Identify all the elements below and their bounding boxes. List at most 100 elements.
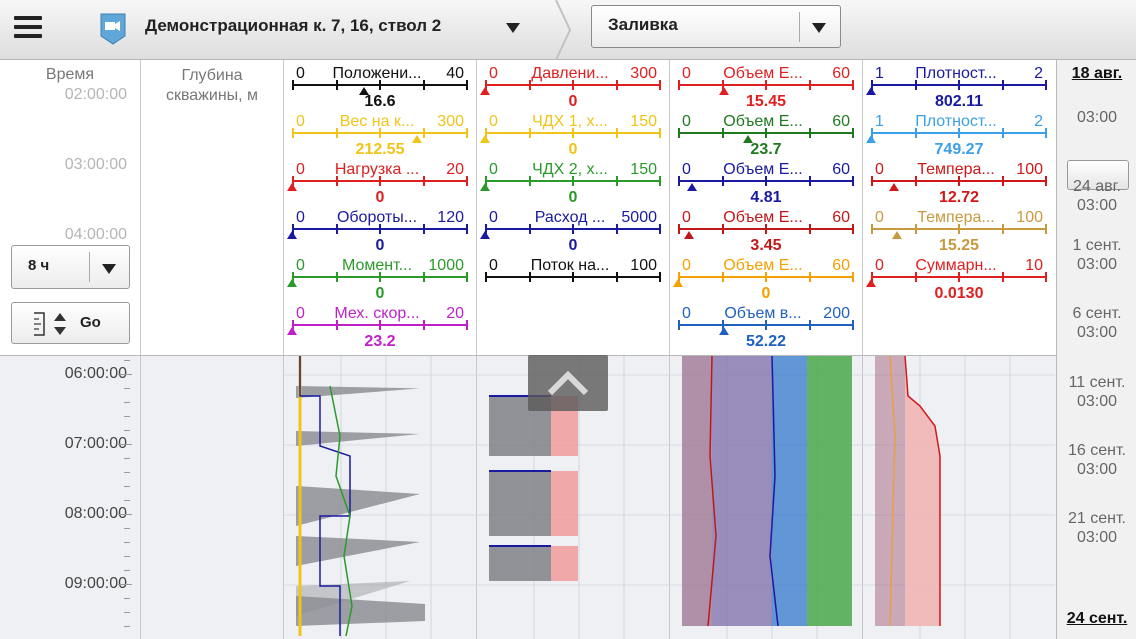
go-button-label: Go — [80, 314, 101, 331]
curve-name: Плотност... — [915, 113, 997, 130]
curve-header[interactable]: 0 Объем Е... 60 23.7 — [670, 108, 862, 158]
curve-header[interactable]: 0 Давлени... 300 0 — [477, 60, 669, 110]
curve-min: 1 — [875, 65, 884, 82]
curve-min: 0 — [682, 305, 691, 322]
curve-header[interactable]: 0 Темпера... 100 12.72 — [863, 156, 1055, 206]
curve-min: 0 — [296, 161, 305, 178]
curve-min: 0 — [682, 65, 691, 82]
go-button[interactable]: Go — [11, 302, 130, 344]
curve-header[interactable]: 0 Поток на... 100 — [477, 252, 669, 300]
well-dropdown-icon[interactable] — [506, 23, 520, 33]
curve-header[interactable]: 0 ЧДХ 1, х... 150 0 — [477, 108, 669, 158]
curve-min: 0 — [682, 113, 691, 130]
date-label-time: 03:00 — [1076, 197, 1118, 214]
curve-name: Вес на к... — [339, 113, 415, 130]
curve-max: 150 — [630, 113, 657, 130]
curve-min: 0 — [875, 161, 884, 178]
curve-max: 150 — [630, 161, 657, 178]
curve-header[interactable]: 0 Обороты... 120 0 — [284, 204, 476, 254]
curve-header[interactable]: 0 Объем Е... 60 0 — [670, 252, 862, 302]
date-label-time: 03:00 — [1076, 529, 1118, 546]
date-label-day: 6 сент. — [1072, 305, 1122, 322]
curve-header[interactable]: 0 Мех. скор... 20 23.2 — [284, 300, 476, 350]
curve-header[interactable]: 0 ЧДХ 2, х... 150 0 — [477, 156, 669, 206]
chevron-up-icon — [547, 370, 589, 396]
curve-max: 120 — [437, 209, 464, 226]
curve-header[interactable]: 0 Вес на к... 300 212.55 — [284, 108, 476, 158]
curve-name: Объем Е... — [723, 161, 803, 178]
date-label-day: 16 сент. — [1068, 442, 1126, 459]
time-label: 03:00:00 — [64, 156, 127, 173]
track-header-3[interactable]: 0 Объем Е... 60 15.45 0 Объем Е... 60 23.7 0 Объе… — [670, 60, 862, 355]
curve-min: 0 — [682, 257, 691, 274]
curve-header[interactable]: 0 Объем Е... 60 15.45 — [670, 60, 862, 110]
curve-axis — [871, 224, 1047, 234]
curve-name: ЧДХ 2, х... — [532, 161, 608, 178]
date-label-day: 1 сент. — [1072, 237, 1122, 254]
curve-max: 10 — [1025, 257, 1043, 274]
track-header-2[interactable]: 0 Давлени... 300 0 0 ЧДХ 1, х... 150 0 0 ЧДХ 2, х… — [477, 60, 669, 355]
curve-min: 0 — [682, 209, 691, 226]
curve-max: 1000 — [428, 257, 464, 274]
curve-axis — [678, 176, 854, 186]
curve-name: Обороты... — [336, 209, 418, 226]
curve-max: 60 — [832, 209, 850, 226]
top-bar: Демонстрационная к. 7, 16, ствол 2 Залив… — [0, 0, 1136, 60]
curve-header[interactable]: 0 Расход ... 5000 0 — [477, 204, 669, 254]
curve-name: Темпера... — [917, 209, 995, 226]
curve-name: Объем Е... — [723, 209, 803, 226]
curve-max: 2 — [1034, 65, 1043, 82]
curve-max: 200 — [823, 305, 850, 322]
curve-axis — [485, 176, 661, 186]
well-title[interactable]: Демонстрационная к. 7, 16, ствол 2 — [145, 16, 441, 36]
date-label: 03:00 — [1057, 108, 1136, 127]
track-header-1[interactable]: 0 Положени... 40 16.6 0 Вес на к... 300 212.55 0… — [284, 60, 476, 355]
chevron-down-icon — [812, 23, 826, 33]
curve-name: Поток на... — [530, 257, 610, 274]
collapse-header-button[interactable] — [528, 355, 608, 411]
curve-min: 0 — [489, 257, 498, 274]
curve-axis — [871, 80, 1047, 90]
curve-header[interactable]: 0 Суммарн... 10 0.0130 — [863, 252, 1055, 302]
curve-header[interactable]: 0 Темпера... 100 15.25 — [863, 204, 1055, 254]
curve-header[interactable]: 0 Объем в... 200 52.22 — [670, 300, 862, 350]
curve-name: Плотност... — [915, 65, 997, 82]
curve-axis — [678, 128, 854, 138]
curve-min: 0 — [296, 257, 305, 274]
curve-min: 0 — [489, 209, 498, 226]
curve-axis — [871, 176, 1047, 186]
well-log-app: Демонстрационная к. 7, 16, ствол 2 Залив… — [0, 0, 1136, 639]
date-label-time: 03:00 — [1076, 109, 1118, 126]
menu-icon[interactable] — [14, 14, 44, 42]
date-navigator[interactable]: 18 авг. 03:00 24 авг. 03:00 1 сент. 03:00 6 с… — [1056, 60, 1136, 639]
time-header: Время — [45, 66, 95, 83]
curve-header[interactable]: 0 Момент... 1000 0 — [284, 252, 476, 302]
curve-axis — [485, 224, 661, 234]
curve-value: 52.22 — [745, 333, 787, 350]
curve-axis — [485, 128, 661, 138]
time-range-select[interactable]: 8 ч — [11, 245, 130, 289]
curve-header[interactable]: 0 Объем Е... 60 3.45 — [670, 204, 862, 254]
date-label: 24 авг. 03:00 — [1057, 177, 1136, 215]
curve-header[interactable]: 1 Плотност... 2 749.27 — [863, 108, 1055, 158]
curve-name: Мех. скор... — [334, 305, 420, 322]
curve-name: Расход ... — [534, 209, 606, 226]
curve-max: 20 — [446, 161, 464, 178]
date-label-day: 24 авг. — [1073, 178, 1121, 195]
curve-header[interactable]: 1 Плотност... 2 802.11 — [863, 60, 1055, 110]
track-header-4[interactable]: 1 Плотност... 2 802.11 1 Плотност... 2 749.27 0 Т… — [863, 60, 1055, 355]
curve-header[interactable]: 0 Объем Е... 60 4.81 — [670, 156, 862, 206]
date-label: 1 сент. 03:00 — [1057, 236, 1136, 274]
curve-header[interactable]: 0 Нагрузка ... 20 0 — [284, 156, 476, 206]
date-label: 6 сент. 03:00 — [1057, 304, 1136, 342]
curve-axis — [485, 272, 661, 282]
curve-header[interactable]: 0 Положени... 40 16.6 — [284, 60, 476, 110]
curve-name: Суммарн... — [915, 257, 997, 274]
curve-axis — [292, 224, 468, 234]
time-stepper-icon — [34, 312, 66, 336]
curve-axis — [292, 320, 468, 330]
curve-min: 0 — [875, 209, 884, 226]
curve-min: 0 — [489, 161, 498, 178]
mode-select[interactable]: Заливка — [591, 5, 841, 48]
curve-value: 23.2 — [364, 333, 396, 350]
